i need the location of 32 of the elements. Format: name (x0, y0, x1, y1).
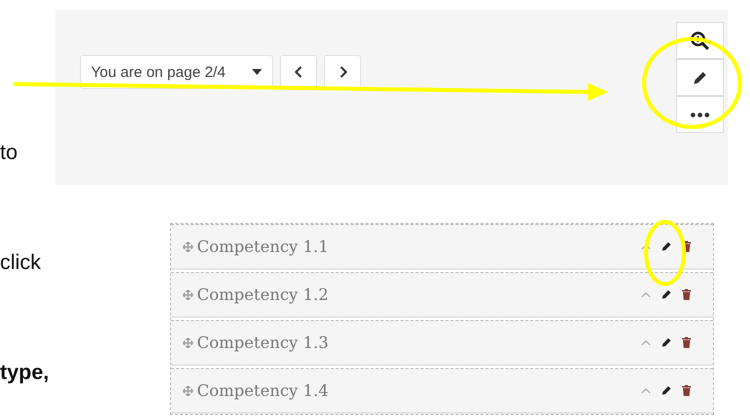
delete-icon[interactable] (682, 385, 691, 396)
delete-icon[interactable] (682, 289, 691, 300)
edit-button[interactable] (676, 59, 724, 96)
move-icon[interactable] (183, 290, 193, 300)
edit-icon[interactable] (661, 241, 672, 252)
move-icon[interactable] (183, 338, 193, 348)
delete-icon[interactable] (682, 241, 691, 252)
competency-row[interactable]: Competency 1.3 (171, 320, 713, 366)
competency-row[interactable]: Competency 1.1 (171, 224, 713, 270)
document-text: click (0, 250, 41, 276)
delete-icon[interactable] (682, 337, 691, 348)
document-text: type, (0, 360, 50, 386)
highlight-circle (644, 220, 686, 286)
edit-icon[interactable] (661, 337, 672, 348)
next-button[interactable] (324, 55, 361, 89)
search-icon (690, 30, 710, 50)
competency-label: Competency 1.2 (197, 285, 330, 304)
edit-icon[interactable] (661, 289, 672, 300)
previous-button[interactable] (280, 55, 317, 89)
document-text: to (0, 140, 18, 166)
more-icon (690, 112, 710, 118)
chevron-right-icon (338, 65, 348, 79)
competency-row[interactable]: Competency 1.4 (171, 368, 713, 414)
move-icon[interactable] (183, 386, 193, 396)
move-icon[interactable] (183, 242, 193, 252)
competency-label: Competency 1.4 (197, 381, 330, 400)
chevron-left-icon (294, 65, 304, 79)
competency-label: Competency 1.3 (197, 333, 330, 352)
competency-label: Competency 1.1 (197, 237, 330, 256)
competency-row[interactable]: Competency 1.2 (171, 272, 713, 318)
caret-icon (252, 69, 262, 75)
edit-icon[interactable] (661, 385, 672, 396)
